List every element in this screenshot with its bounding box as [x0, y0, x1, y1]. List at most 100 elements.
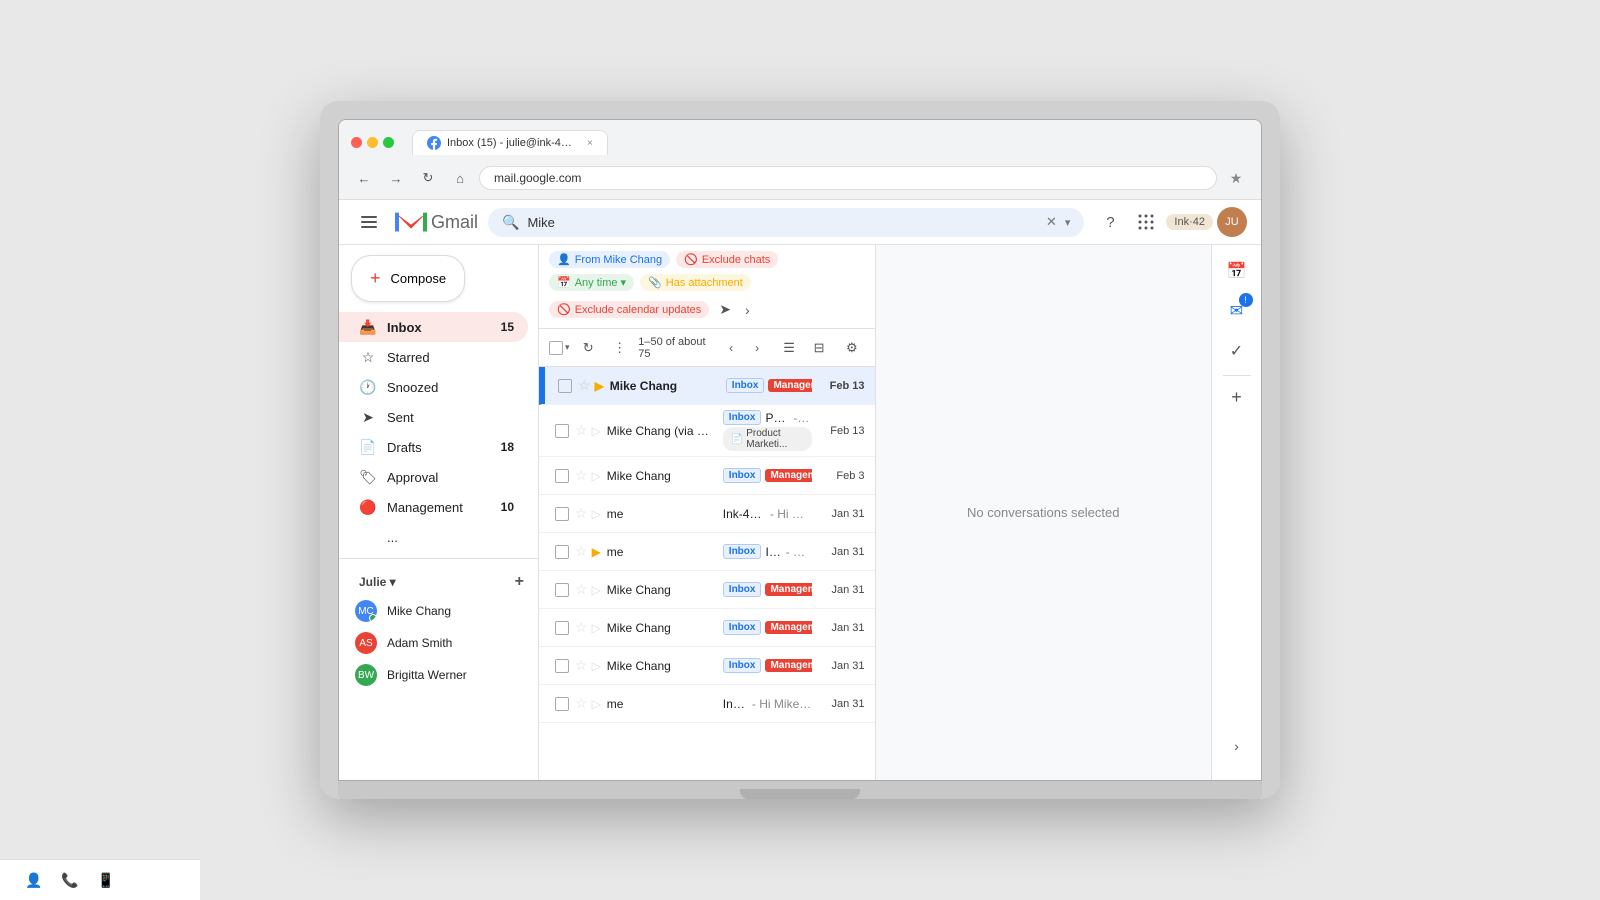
right-calendar-button[interactable]: 📅 [1219, 253, 1255, 289]
search-bar[interactable]: 🔍 ✕ ▾ [488, 208, 1084, 237]
email-row[interactable]: ☆ ▶ me Inbox Ink-42 Spring Pitch Schedul… [539, 533, 875, 571]
row-content: Inbox Management Declined: Team Connect … [726, 378, 812, 393]
filter-from-label: From Mike Chang [575, 254, 662, 266]
row-checkbox[interactable] [555, 659, 569, 673]
filter-excal-chip[interactable]: 🚫 Exclude calendar updates [549, 301, 709, 318]
email-row[interactable]: ☆ ▷ Mike Chang Inbox Management March Re… [539, 571, 875, 609]
select-all-checkbox[interactable] [549, 341, 563, 355]
sidebar-item-approval[interactable]: 🏷 Approval [339, 462, 528, 492]
view-options: ☰ ⊟ [775, 334, 833, 362]
settings-button[interactable]: ⚙ [839, 334, 864, 362]
sidebar-item-drafts[interactable]: 📄 Drafts 18 [339, 432, 528, 462]
row-star[interactable]: ☆ [578, 377, 591, 394]
minimize-window-button[interactable] [367, 137, 378, 148]
contact-initials: BW [358, 670, 374, 681]
search-clear-button[interactable]: ✕ [1046, 214, 1057, 230]
filter-more-button[interactable]: › [741, 298, 754, 322]
row-checkbox[interactable] [555, 621, 569, 635]
tab-close-button[interactable]: × [587, 138, 593, 149]
back-button[interactable]: ← [351, 165, 377, 191]
row-checkbox[interactable] [555, 545, 569, 559]
inbox-badge: Inbox [723, 582, 762, 597]
row-importance-icon[interactable]: ▷ [592, 697, 601, 711]
browser-tab[interactable]: Inbox (15) - julie@ink-42.com × [412, 130, 608, 155]
filter-exclude-chats-chip[interactable]: 🚫 Exclude chats [676, 251, 778, 268]
add-contact-button[interactable]: + [515, 573, 524, 591]
reload-button[interactable]: ↻ [415, 165, 441, 191]
hamburger-button[interactable] [353, 206, 385, 238]
contact-item-adam-smith[interactable]: AS Adam Smith [339, 627, 538, 659]
row-star[interactable]: ☆ [575, 695, 588, 712]
row-star[interactable]: ☆ [575, 619, 588, 636]
contact-item-brigitta[interactable]: BW Brigitta Werner [339, 659, 538, 691]
refresh-button[interactable]: ↻ [576, 334, 601, 362]
row-checkbox[interactable] [555, 507, 569, 521]
sidebar-item-inbox[interactable]: 📥 Inbox 15 [339, 312, 528, 342]
right-add-button[interactable]: + [1222, 382, 1252, 412]
row-importance-icon[interactable]: ▶ [592, 545, 601, 559]
view-list-button[interactable]: ☰ [775, 334, 803, 362]
row-star[interactable]: ☆ [575, 467, 588, 484]
email-row[interactable]: ☆ ▷ me Ink-42 Finance Check In - Hi Mike… [539, 685, 875, 723]
sidebar-item-management[interactable]: 🔴 Management 10 [339, 492, 528, 522]
row-star[interactable]: ☆ [575, 505, 588, 522]
sidebar-item-sent[interactable]: ➤ Sent [339, 402, 528, 432]
row-star[interactable]: ☆ [575, 543, 588, 560]
forward-button[interactable]: → [383, 165, 409, 191]
home-button[interactable]: ⌂ [447, 165, 473, 191]
compose-button[interactable]: + Compose [351, 255, 465, 302]
row-importance-icon[interactable]: ▷ [592, 583, 601, 597]
email-row[interactable]: ☆ ▷ Mike Chang (via Goo... Inbox Product… [539, 405, 875, 457]
email-row[interactable]: ☆ ▷ Mike Chang Inbox Management Invitati… [539, 647, 875, 685]
sidebar-item-snoozed[interactable]: 🕐 Snoozed [339, 372, 528, 402]
row-importance-icon[interactable]: ▷ [592, 621, 601, 635]
right-expand-button[interactable]: › [1219, 728, 1255, 764]
avatar[interactable]: JU [1217, 207, 1247, 237]
bookmark-button[interactable]: ★ [1223, 165, 1249, 191]
row-importance-icon[interactable]: ▷ [592, 659, 601, 673]
row-importance-icon[interactable]: ▷ [592, 424, 601, 438]
user-chip[interactable]: Ink·42 [1166, 214, 1213, 230]
email-row[interactable]: ☆ ▷ Mike Chang Inbox Management Invitati… [539, 457, 875, 495]
row-star[interactable]: ☆ [575, 581, 588, 598]
row-star[interactable]: ☆ [575, 657, 588, 674]
more-options-button[interactable]: ⋮ [607, 334, 632, 362]
email-row[interactable]: ☆ ▶ Mike Chang Inbox Management Declined… [539, 367, 875, 405]
row-importance-icon[interactable]: ▶ [595, 379, 604, 393]
search-input[interactable] [527, 215, 1038, 230]
row-checkbox[interactable] [555, 583, 569, 597]
close-window-button[interactable] [351, 137, 362, 148]
sidebar-item-starred[interactable]: ☆ Starred [339, 342, 528, 372]
row-checkbox[interactable] [558, 379, 572, 393]
maximize-window-button[interactable] [383, 137, 394, 148]
sidebar-item-more[interactable]: ... [339, 522, 528, 552]
pagination-prev-button[interactable]: ‹ [719, 336, 743, 360]
view-split-button[interactable]: ⊟ [805, 334, 833, 362]
contact-item-mike-chang[interactable]: MC Mike Chang [339, 595, 538, 627]
row-preview: - Mike Chang has invited you t... [793, 411, 811, 425]
row-content: Inbox Ink-42 Spring Pitch Schedule - Hi … [723, 544, 812, 559]
no-conv-text: No conversations selected [967, 505, 1119, 520]
row-checkbox[interactable] [555, 697, 569, 711]
email-row[interactable]: ☆ ▷ me Ink-42 Spring Pitch Schedule Acti… [539, 495, 875, 533]
approval-icon: 🏷 [359, 469, 377, 486]
address-bar[interactable]: mail.google.com [479, 166, 1217, 190]
email-row[interactable]: ☆ ▷ Mike Chang Inbox Management Invitati… [539, 609, 875, 647]
search-dropdown-button[interactable]: ▾ [1065, 216, 1071, 229]
row-importance-icon[interactable]: ▷ [592, 507, 601, 521]
apps-button[interactable] [1130, 206, 1162, 238]
row-star[interactable]: ☆ [575, 422, 588, 439]
filter-from-chip[interactable]: 👤 From Mike Chang [549, 251, 670, 268]
filter-send-button[interactable]: ➤ [715, 297, 735, 322]
select-dropdown-arrow[interactable]: ▾ [565, 342, 570, 353]
pagination-next-button[interactable]: › [745, 336, 769, 360]
row-subject: Ink-42 Finance Check In [723, 697, 748, 711]
contacts-header-name[interactable]: Julie ▾ [359, 575, 396, 589]
row-importance-icon[interactable]: ▷ [592, 469, 601, 483]
filter-anytime-chip[interactable]: 📅 Any time ▾ [549, 274, 634, 291]
row-checkbox[interactable] [555, 424, 569, 438]
right-check-button[interactable]: ✓ [1219, 333, 1255, 369]
row-checkbox[interactable] [555, 469, 569, 483]
filter-attachment-chip[interactable]: 📎 Has attachment [640, 274, 751, 291]
help-button[interactable]: ? [1094, 206, 1126, 238]
